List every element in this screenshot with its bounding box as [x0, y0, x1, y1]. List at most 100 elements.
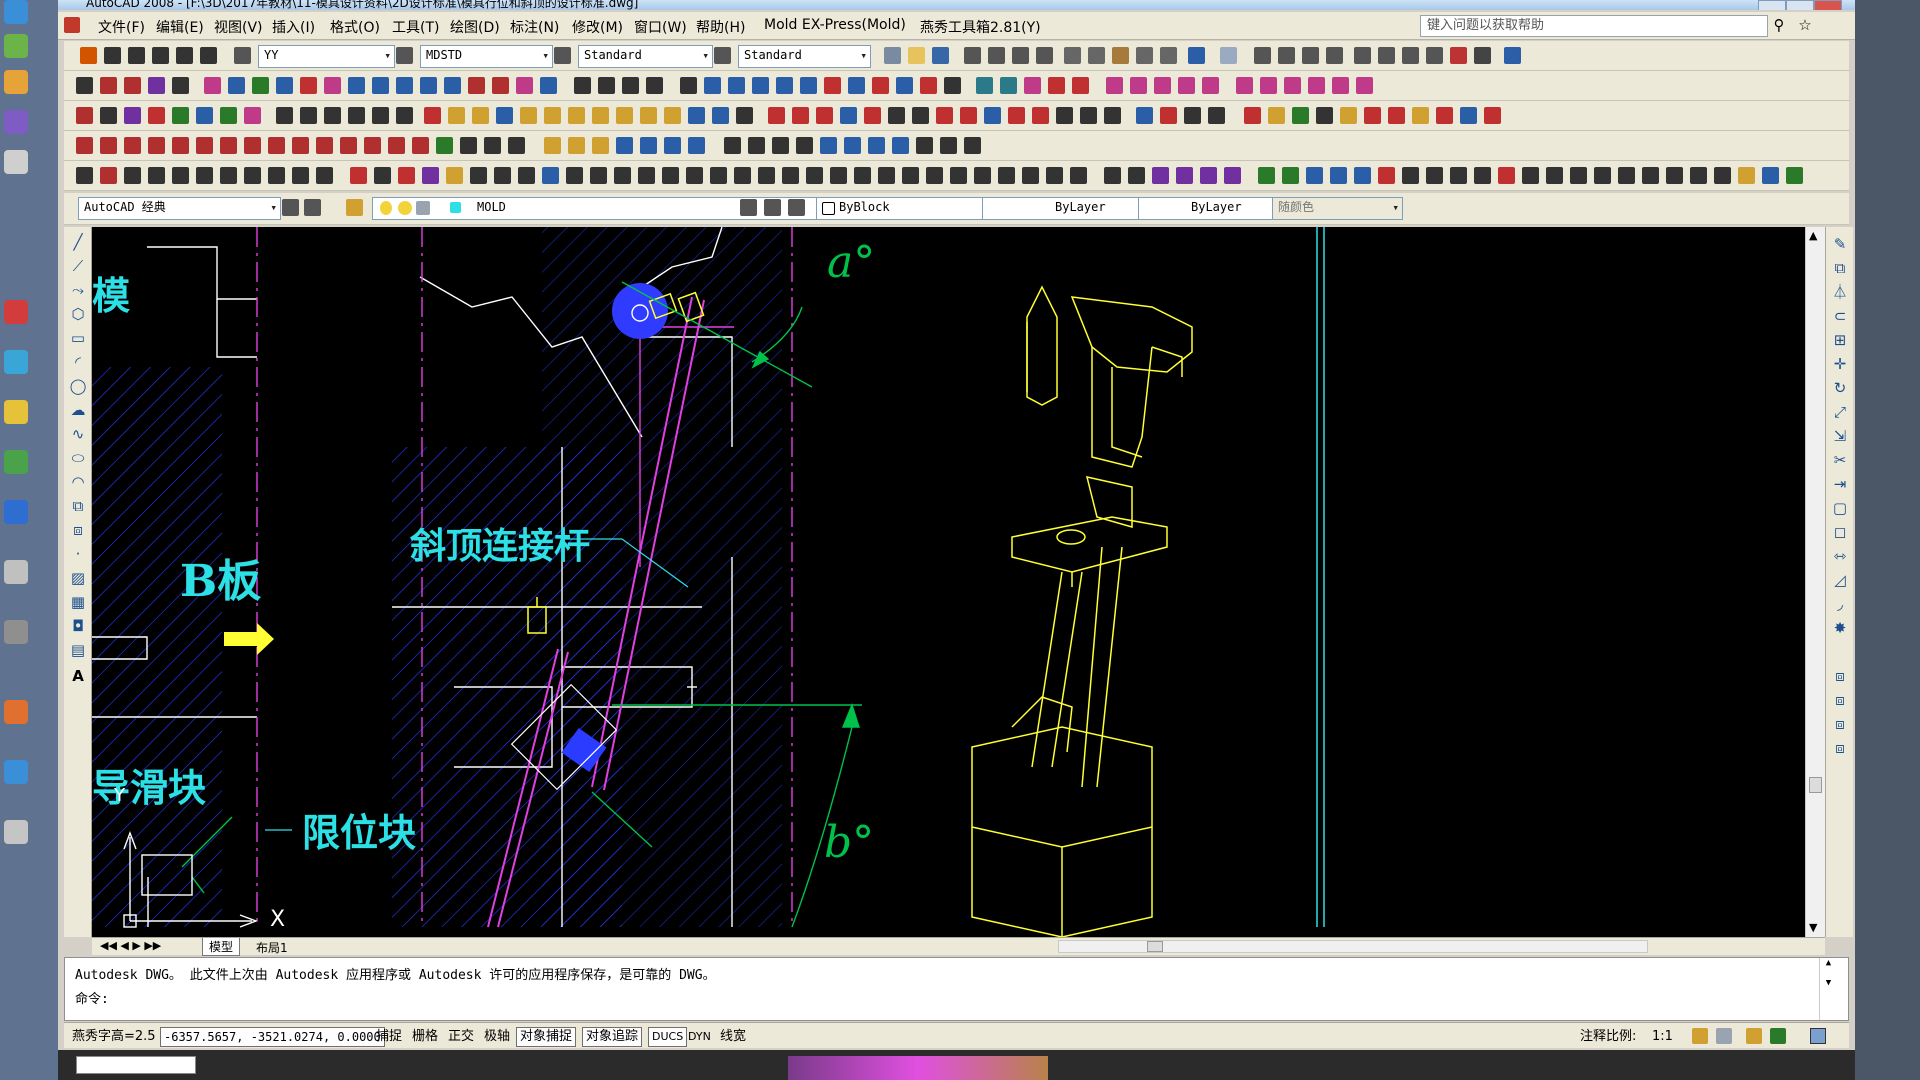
- mold-tool-icon[interactable]: [704, 77, 721, 94]
- chamfer-icon[interactable]: ◿: [1831, 571, 1849, 589]
- search-icon[interactable]: ⚲: [1770, 16, 1788, 34]
- mold-tool-icon[interactable]: [1594, 167, 1611, 184]
- mold-tool-icon[interactable]: [1032, 107, 1049, 124]
- zoom-window-icon[interactable]: [1302, 47, 1319, 64]
- mold-tool-icon[interactable]: [196, 107, 213, 124]
- annotation-visibility-icon[interactable]: [1692, 1028, 1708, 1044]
- toolbar-icon[interactable]: [104, 47, 121, 64]
- desktop-app-icon[interactable]: [4, 500, 28, 524]
- mold-tool-icon[interactable]: [616, 107, 633, 124]
- mold-tool-icon[interactable]: [772, 137, 789, 154]
- mold-tool-icon[interactable]: [1008, 107, 1025, 124]
- paste-icon[interactable]: [1112, 47, 1129, 64]
- snap-toggle[interactable]: 捕捉: [372, 1027, 406, 1047]
- mold-tool-icon[interactable]: [148, 137, 165, 154]
- mold-tool-icon[interactable]: [1130, 77, 1147, 94]
- mold-tool-icon[interactable]: [520, 107, 537, 124]
- mold-tool-icon[interactable]: [1024, 77, 1041, 94]
- mold-tool-icon[interactable]: [1378, 167, 1395, 184]
- mold-tool-icon[interactable]: [590, 167, 607, 184]
- mold-tool-icon[interactable]: [1152, 167, 1169, 184]
- app-menu-icon[interactable]: [64, 17, 80, 33]
- mold-tool-icon[interactable]: [196, 167, 213, 184]
- mold-tool-icon[interactable]: [640, 107, 657, 124]
- scroll-down-arrow[interactable]: ▼: [1809, 921, 1817, 934]
- mold-tool-icon[interactable]: [1236, 77, 1253, 94]
- mold-tool-icon[interactable]: [864, 107, 881, 124]
- mold-tool-icon[interactable]: [776, 77, 793, 94]
- mold-tool-icon[interactable]: [76, 77, 93, 94]
- text-style-select[interactable]: YY: [258, 45, 395, 68]
- mold-tool-icon[interactable]: [984, 107, 1001, 124]
- mleader-style-icon[interactable]: [714, 47, 731, 64]
- mold-tool-icon[interactable]: [758, 167, 775, 184]
- mold-tool-icon[interactable]: [508, 137, 525, 154]
- arc-icon[interactable]: ◜: [69, 353, 87, 371]
- color-swatch-icon[interactable]: [822, 202, 835, 215]
- mold-tool-icon[interactable]: [1316, 107, 1333, 124]
- mold-tool-icon[interactable]: [340, 137, 357, 154]
- mold-tool-icon[interactable]: [1356, 77, 1373, 94]
- mold-tool-icon[interactable]: [544, 107, 561, 124]
- mold-tool-icon[interactable]: [1154, 77, 1171, 94]
- mold-tool-icon[interactable]: [960, 107, 977, 124]
- mold-tool-icon[interactable]: [1388, 107, 1405, 124]
- mold-tool-icon[interactable]: [816, 107, 833, 124]
- properties-icon[interactable]: [1354, 47, 1371, 64]
- menu-format[interactable]: 格式(O): [330, 17, 380, 37]
- mold-tool-icon[interactable]: [974, 167, 991, 184]
- mold-tool-icon[interactable]: [276, 77, 293, 94]
- cut-icon[interactable]: [1064, 47, 1081, 64]
- mold-tool-icon[interactable]: [1546, 167, 1563, 184]
- mold-tool-icon[interactable]: [422, 167, 439, 184]
- mold-tool-icon[interactable]: [902, 167, 919, 184]
- mold-tool-icon[interactable]: [1048, 77, 1065, 94]
- mold-tool-icon[interactable]: [76, 167, 93, 184]
- desktop-app-icon[interactable]: [4, 300, 28, 324]
- multiline-text-icon[interactable]: A: [69, 667, 87, 685]
- mold-tool-icon[interactable]: [950, 167, 967, 184]
- mold-tool-icon[interactable]: [470, 167, 487, 184]
- layer-color-icon[interactable]: [450, 202, 461, 213]
- mold-tool-icon[interactable]: [998, 167, 1015, 184]
- mold-tool-icon[interactable]: [844, 137, 861, 154]
- break-at-point-icon[interactable]: ⇿: [1831, 547, 1849, 565]
- mold-tool-icon[interactable]: [124, 77, 141, 94]
- mold-tool-icon[interactable]: [494, 167, 511, 184]
- mold-tool-icon[interactable]: [1244, 107, 1261, 124]
- mold-tool-icon[interactable]: [436, 137, 453, 154]
- mold-tool-icon[interactable]: [1268, 107, 1285, 124]
- mold-tool-icon[interactable]: [1200, 167, 1217, 184]
- line-icon[interactable]: ╱: [69, 233, 87, 251]
- mold-tool-icon[interactable]: [1570, 167, 1587, 184]
- mold-tool-icon[interactable]: [1642, 167, 1659, 184]
- save-icon[interactable]: [932, 47, 949, 64]
- toolbar-icon[interactable]: [964, 47, 981, 64]
- mold-tool-icon[interactable]: [592, 137, 609, 154]
- mold-tool-icon[interactable]: [100, 137, 117, 154]
- fillet-icon[interactable]: ◞: [1831, 595, 1849, 613]
- toolbar-icon[interactable]: [128, 47, 145, 64]
- mold-tool-icon[interactable]: [316, 137, 333, 154]
- ellipse-icon[interactable]: ⬭: [69, 449, 87, 467]
- menu-modify[interactable]: 修改(M): [572, 17, 623, 37]
- desktop-app-icon[interactable]: [4, 560, 28, 584]
- insert-block-icon[interactable]: ⧉: [69, 497, 87, 515]
- mold-tool-icon[interactable]: [566, 167, 583, 184]
- extend-icon[interactable]: ⇥: [1831, 475, 1849, 493]
- mold-tool-icon[interactable]: [664, 107, 681, 124]
- mold-tool-icon[interactable]: [688, 107, 705, 124]
- toolbar-icon[interactable]: [884, 47, 901, 64]
- mold-tool-icon[interactable]: [820, 137, 837, 154]
- mold-tool-icon[interactable]: [728, 77, 745, 94]
- lineweight-toggle[interactable]: 线宽: [716, 1027, 750, 1047]
- menu-edit[interactable]: 编辑(E): [156, 17, 204, 37]
- grid-toggle[interactable]: 栅格: [408, 1027, 442, 1047]
- taskbar-input[interactable]: [76, 1056, 196, 1074]
- plot-style-select[interactable]: 随颜色: [1272, 197, 1403, 220]
- calculator-icon[interactable]: [1474, 47, 1491, 64]
- draw-order-icon[interactable]: ⧈: [1831, 667, 1849, 685]
- menu-mold-express[interactable]: Mold EX-Press(Mold): [764, 17, 906, 33]
- erase-icon[interactable]: ✎: [1831, 235, 1849, 253]
- layer-match-icon[interactable]: [764, 199, 781, 216]
